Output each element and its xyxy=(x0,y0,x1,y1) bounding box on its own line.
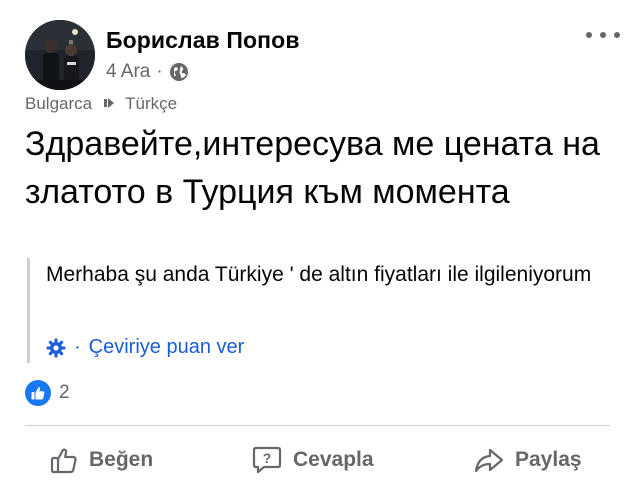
avatar-photo xyxy=(25,20,95,90)
reply-button[interactable]: ? Cevapla xyxy=(251,438,374,482)
share-button[interactable]: Paylaş xyxy=(473,438,582,482)
action-bar: Beğen ? Cevapla Paylaş xyxy=(25,438,610,482)
reactions-summary[interactable]: 2 xyxy=(25,380,70,406)
comment-icon: ? xyxy=(251,444,283,476)
more-dots-icon[interactable] xyxy=(586,28,620,42)
rate-translation-link[interactable]: Çeviriye puan ver xyxy=(89,336,245,359)
like-button-label: Beğen xyxy=(89,448,154,471)
meta-separator: · xyxy=(156,61,163,82)
rate-separator: · xyxy=(74,336,81,358)
like-button[interactable]: Beğen xyxy=(49,438,153,482)
target-language: Türkçe xyxy=(125,94,178,113)
source-language: Bulgarca xyxy=(25,94,93,113)
svg-text:?: ? xyxy=(263,450,272,466)
translation-language-row: Bulgarca Türkçe xyxy=(25,94,177,114)
divider xyxy=(25,425,610,426)
rate-translation[interactable]: · Çeviriye puan ver xyxy=(46,336,244,359)
post-original-text: Здравейте,интересува ме цената на златот… xyxy=(25,125,600,211)
translated-text: Merhaba şu anda Türkiye ' de altın fiyat… xyxy=(46,263,592,286)
thumbs-up-icon xyxy=(49,445,79,475)
gear-icon xyxy=(46,338,66,358)
post-meta: 4 Ara · xyxy=(106,61,189,83)
reply-button-label: Cevapla xyxy=(293,448,374,471)
share-button-label: Paylaş xyxy=(515,448,582,471)
author-name[interactable]: Борислав Попов xyxy=(106,27,300,54)
globe-icon[interactable] xyxy=(169,62,189,82)
share-arrow-icon xyxy=(473,445,505,475)
like-reaction-icon xyxy=(25,380,51,406)
like-count: 2 xyxy=(59,382,70,403)
post-date[interactable]: 4 Ara xyxy=(106,61,150,83)
avatar[interactable] xyxy=(25,20,95,90)
arrow-right-icon xyxy=(104,94,115,114)
